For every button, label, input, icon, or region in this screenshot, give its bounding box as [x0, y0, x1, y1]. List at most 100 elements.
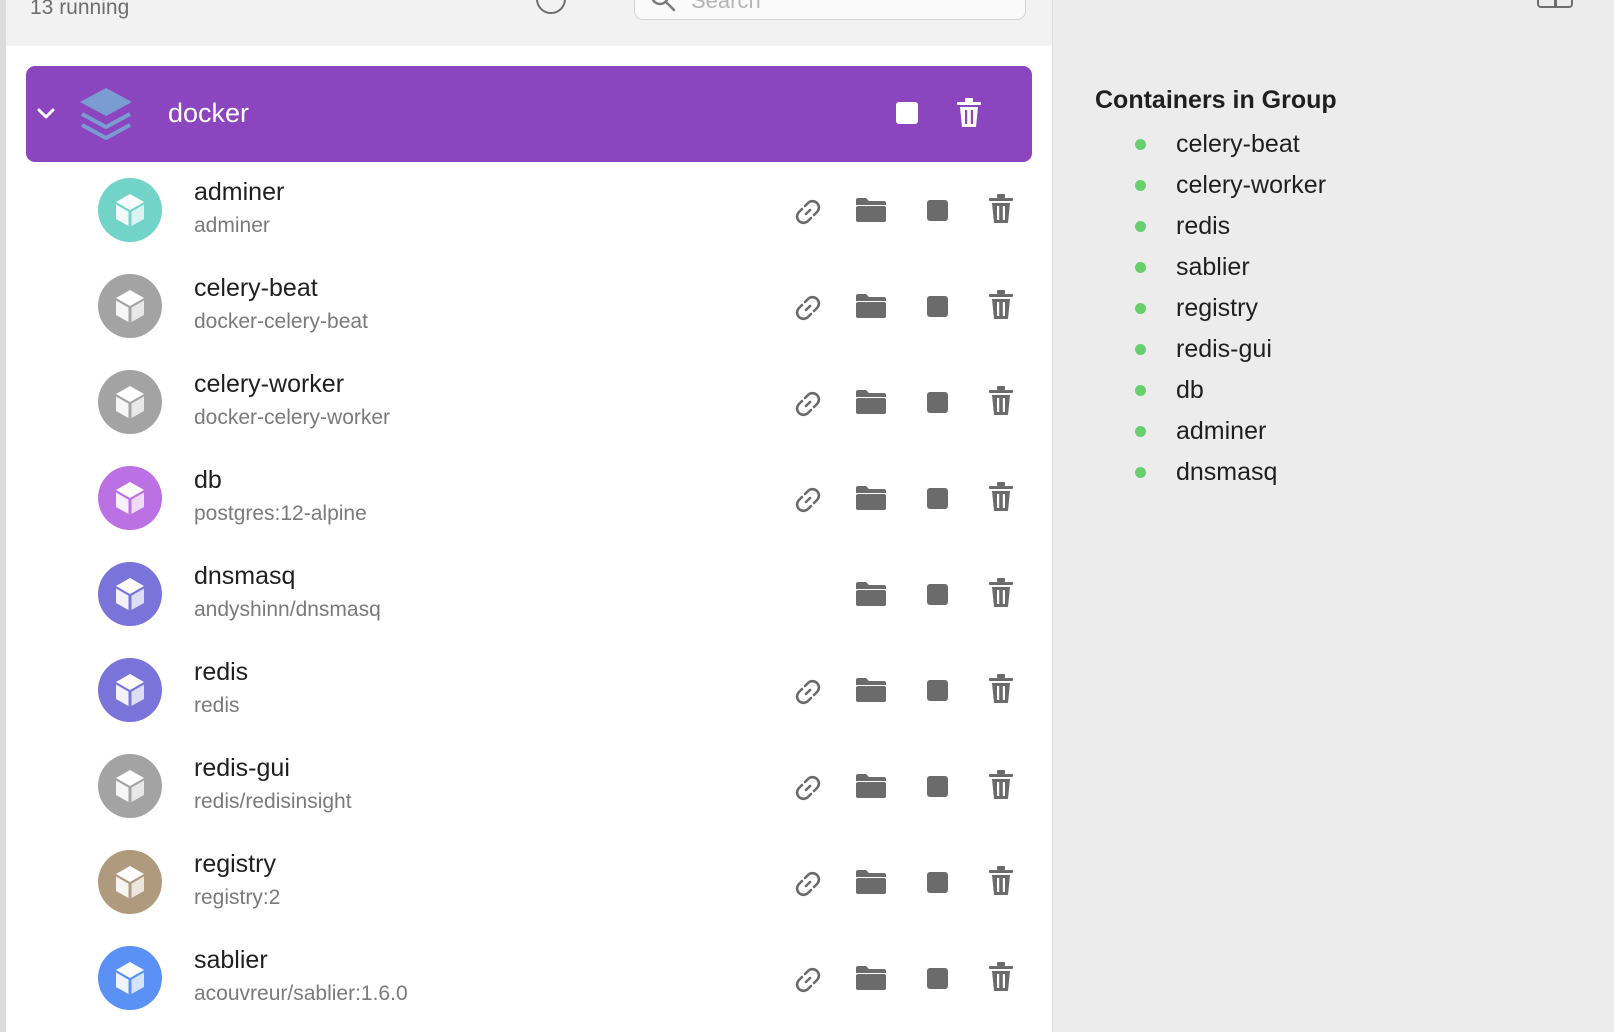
group-member-item: redis	[1135, 206, 1326, 247]
open-link-icon[interactable]	[792, 292, 824, 329]
container-image: redis	[194, 694, 240, 717]
container-avatar	[98, 274, 162, 338]
open-link-icon[interactable]	[792, 196, 824, 233]
container-image: postgres:12-alpine	[194, 502, 367, 525]
stop-button[interactable]	[927, 872, 948, 893]
delete-button[interactable]	[988, 578, 1014, 613]
group-header-docker[interactable]: docker	[26, 66, 1032, 162]
cube-icon	[116, 482, 144, 514]
delete-button[interactable]	[988, 290, 1014, 325]
delete-button[interactable]	[988, 962, 1014, 997]
container-name: redis-gui	[194, 754, 290, 782]
search-placeholder: Search	[691, 0, 761, 13]
stop-button[interactable]	[927, 776, 948, 797]
container-name: db	[194, 466, 222, 494]
status-dot	[1135, 303, 1146, 314]
container-row-sablier[interactable]: sablier acouvreur/sablier:1.6.0	[26, 930, 1032, 1026]
container-image: docker-celery-worker	[194, 406, 391, 429]
container-avatar	[98, 658, 162, 722]
container-row-dnsmasq[interactable]: dnsmasq andyshinn/dnsmasq	[26, 546, 1032, 642]
container-row-redis[interactable]: redis redis	[26, 642, 1032, 738]
details-panel: Containers in Group celery-beat celery-wo…	[1052, 0, 1614, 1032]
open-link-icon[interactable]	[792, 772, 824, 809]
folder-icon[interactable]	[855, 677, 887, 708]
folder-icon[interactable]	[855, 965, 887, 996]
running-count: 13 running	[30, 0, 130, 19]
status-dot	[1135, 139, 1146, 150]
group-name: docker	[168, 98, 250, 128]
stop-button[interactable]	[927, 968, 948, 989]
open-link-icon[interactable]	[792, 868, 824, 905]
container-row-registry[interactable]: registry registry:2	[26, 834, 1032, 930]
sidebar-toggle-icon[interactable]	[1537, 0, 1573, 8]
details-title: Containers in Group	[1095, 86, 1337, 114]
search-input[interactable]: Search	[634, 0, 1026, 20]
status-dot	[1135, 221, 1146, 232]
folder-icon[interactable]	[855, 581, 887, 612]
cube-icon	[116, 770, 144, 802]
group-member-name: registry	[1176, 294, 1258, 322]
container-row-celery-worker[interactable]: celery-worker docker-celery-worker	[26, 354, 1032, 450]
chevron-down-icon[interactable]	[34, 102, 58, 126]
group-member-name: celery-beat	[1176, 130, 1300, 158]
cube-icon	[116, 866, 144, 898]
container-image: registry:2	[194, 886, 281, 909]
group-stop-button[interactable]	[896, 102, 918, 124]
group-member-name: redis	[1176, 212, 1231, 240]
container-row-db[interactable]: db postgres:12-alpine	[26, 450, 1032, 546]
group-member-name: redis-gui	[1176, 335, 1272, 363]
folder-icon[interactable]	[855, 485, 887, 516]
group-member-item: celery-worker	[1135, 165, 1326, 206]
delete-button[interactable]	[988, 386, 1014, 421]
delete-button[interactable]	[988, 194, 1014, 229]
container-row-redis-gui[interactable]: redis-gui redis/redisinsight	[26, 738, 1032, 834]
folder-icon[interactable]	[855, 773, 887, 804]
container-image: redis/redisinsight	[194, 790, 352, 813]
container-image: andyshinn/dnsmasq	[194, 598, 381, 621]
delete-button[interactable]	[988, 482, 1014, 517]
container-image: adminer	[194, 214, 270, 237]
group-member-item: adminer	[1135, 411, 1326, 452]
status-dot	[1135, 467, 1146, 478]
stop-button[interactable]	[927, 200, 948, 221]
status-dot	[1135, 426, 1146, 437]
container-name: sablier	[194, 946, 268, 974]
filter-icon[interactable]	[536, 0, 566, 14]
container-avatar	[98, 946, 162, 1010]
container-name: dnsmasq	[194, 562, 296, 590]
open-link-icon[interactable]	[792, 388, 824, 425]
delete-button[interactable]	[988, 674, 1014, 709]
stop-button[interactable]	[927, 392, 948, 413]
status-dot	[1135, 262, 1146, 273]
folder-icon[interactable]	[855, 293, 887, 324]
status-dot	[1135, 180, 1146, 191]
group-member-item: sablier	[1135, 247, 1326, 288]
container-row-adminer[interactable]: adminer adminer	[26, 162, 1032, 258]
cube-icon	[116, 962, 144, 994]
container-avatar	[98, 466, 162, 530]
container-list-panel: 13 running Search docker adminer adminer…	[6, 0, 1052, 1032]
stop-button[interactable]	[927, 488, 948, 509]
folder-icon[interactable]	[855, 197, 887, 228]
container-image: docker-celery-beat	[194, 310, 368, 333]
delete-button[interactable]	[988, 866, 1014, 901]
open-link-icon[interactable]	[792, 676, 824, 713]
stop-button[interactable]	[927, 584, 948, 605]
stop-button[interactable]	[927, 680, 948, 701]
container-name: celery-beat	[194, 274, 318, 302]
group-delete-button[interactable]	[956, 98, 982, 128]
open-link-icon[interactable]	[792, 964, 824, 1001]
container-name: redis	[194, 658, 249, 686]
container-avatar	[98, 562, 162, 626]
container-name: adminer	[194, 178, 285, 206]
delete-button[interactable]	[988, 770, 1014, 805]
container-image: acouvreur/sablier:1.6.0	[194, 982, 408, 1005]
container-row-celery-beat[interactable]: celery-beat docker-celery-beat	[26, 258, 1032, 354]
stop-button[interactable]	[927, 296, 948, 317]
open-link-icon[interactable]	[792, 484, 824, 521]
group-member-item: registry	[1135, 288, 1326, 329]
folder-icon[interactable]	[855, 869, 887, 900]
group-member-item: redis-gui	[1135, 329, 1326, 370]
folder-icon[interactable]	[855, 389, 887, 420]
cube-icon	[116, 194, 144, 226]
